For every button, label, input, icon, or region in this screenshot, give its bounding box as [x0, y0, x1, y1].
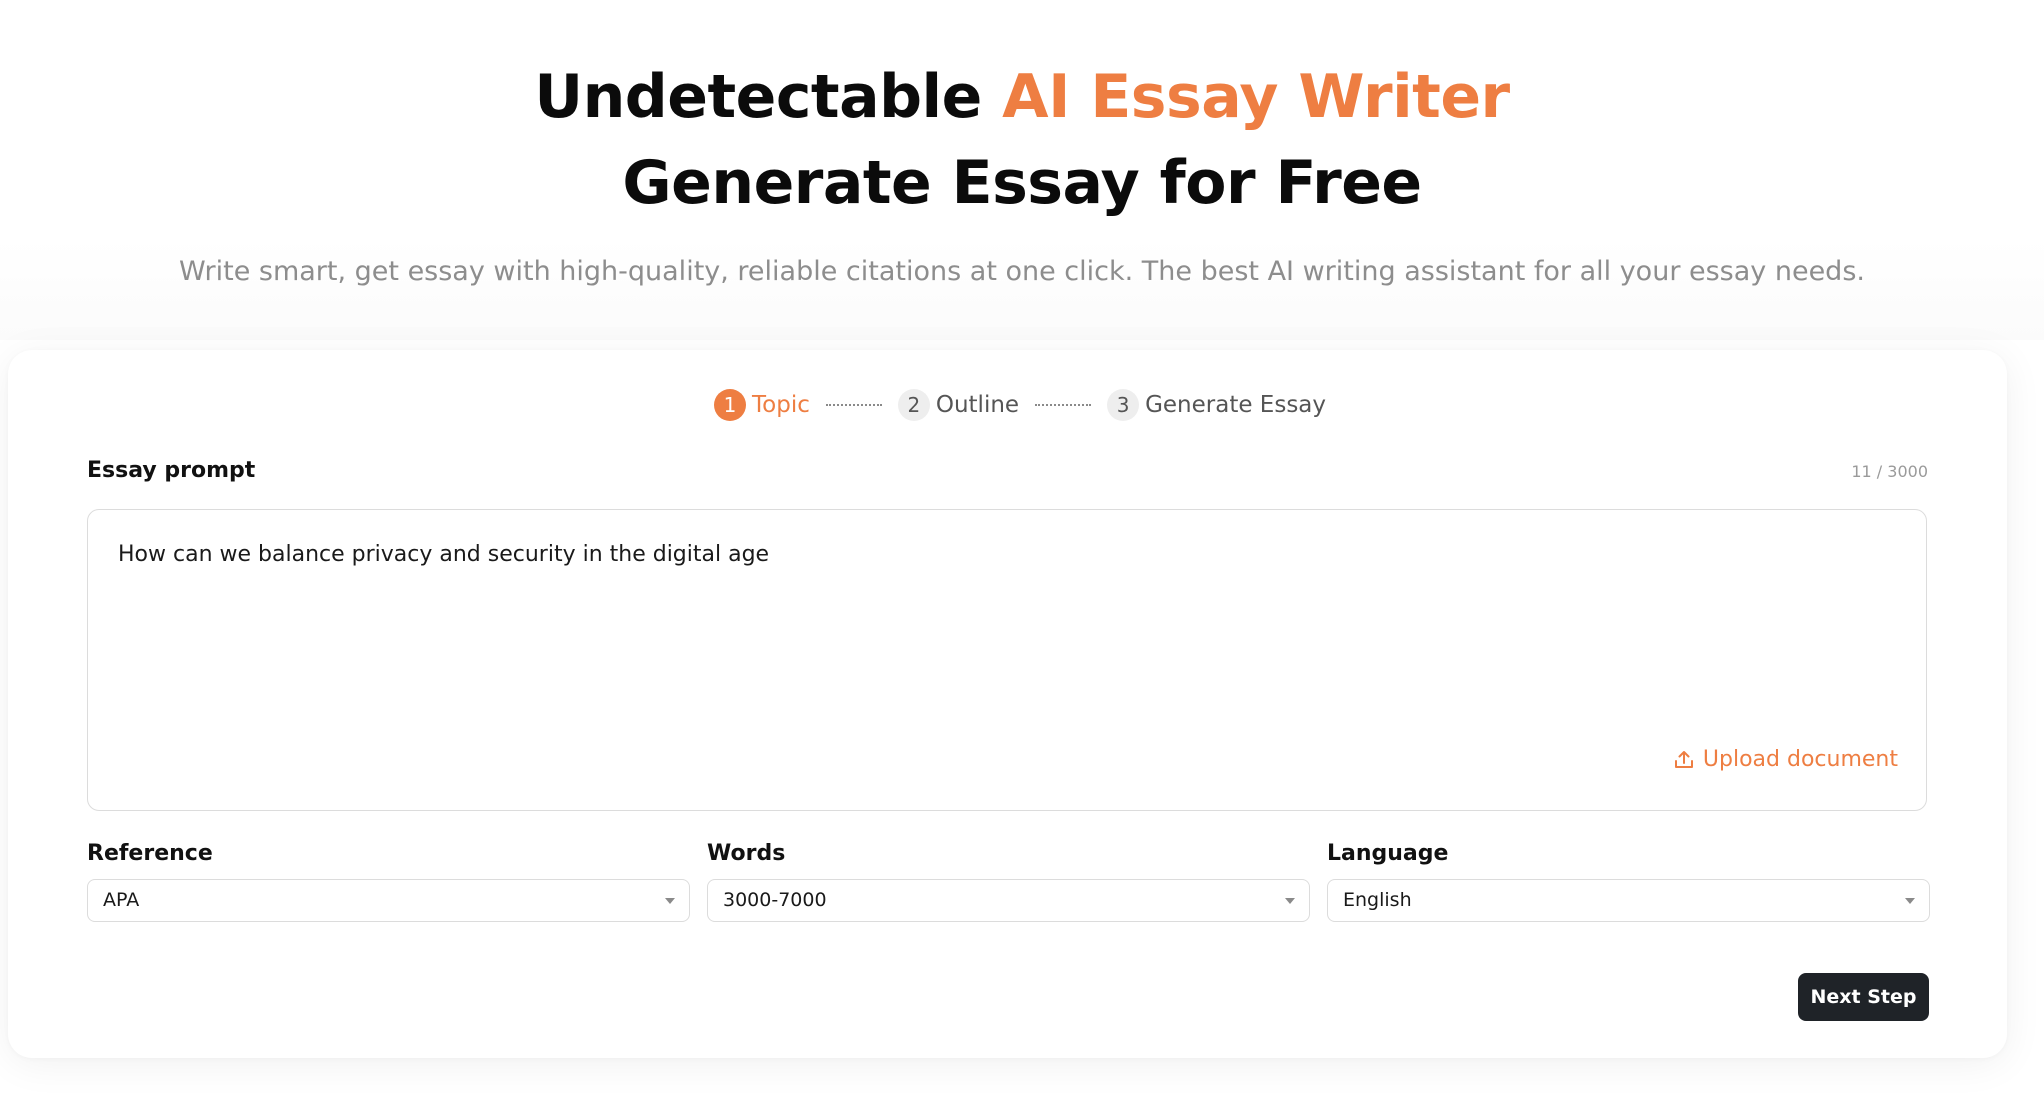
page-title-line-2: Generate Essay for Free: [622, 148, 1422, 218]
language-select-value: English: [1343, 889, 1412, 911]
page-title-line-1: Undetectable AI Essay Writer: [0, 62, 2044, 132]
essay-prompt-input[interactable]: How can we balance privacy and security …: [87, 509, 1927, 811]
character-counter: 11 / 3000: [1851, 462, 1928, 481]
step-separator: [1035, 404, 1092, 406]
upload-document-button[interactable]: Upload document: [1673, 747, 1898, 772]
hero-section: Undetectable AI Essay Writer Generate Es…: [0, 0, 2044, 340]
step-outline-label: Outline: [935, 392, 1020, 418]
step-outline-number: 2: [897, 389, 930, 421]
reference-select-value: APA: [103, 889, 140, 911]
language-select[interactable]: English: [1327, 879, 1930, 922]
step-generate-number: 3: [1107, 389, 1140, 421]
words-select-value: 3000-7000: [723, 889, 827, 911]
reference-label: Reference: [87, 841, 213, 866]
upload-icon: [1674, 750, 1693, 768]
language-label: Language: [1327, 841, 1449, 866]
step-generate-label: Generate Essay: [1145, 392, 1327, 418]
title-accent-text: AI Essay Writer: [1002, 62, 1510, 132]
words-select[interactable]: 3000-7000: [707, 879, 1310, 922]
step-progress: 1 Topic 2 Outline 3 Generate Essay: [714, 388, 1326, 422]
step-topic-number: 1: [714, 389, 746, 421]
caret-down-icon: [665, 898, 675, 904]
step-outline[interactable]: 2 Outline: [897, 389, 1020, 421]
essay-prompt-label: Essay prompt: [87, 458, 256, 483]
upload-document-label: Upload document: [1702, 747, 1898, 772]
words-label: Words: [707, 841, 786, 866]
step-topic[interactable]: 1 Topic: [714, 389, 810, 421]
step-generate-essay[interactable]: 3 Generate Essay: [1107, 389, 1326, 421]
essay-prompt-text: How can we balance privacy and security …: [118, 542, 770, 567]
caret-down-icon: [1905, 898, 1915, 904]
title-accent: AI Essay Writer: [1002, 62, 1510, 132]
reference-select[interactable]: APA: [87, 879, 690, 922]
step-topic-label: Topic: [752, 392, 810, 418]
page-subtitle: Write smart, get essay with high-quality…: [179, 256, 1865, 287]
step-separator: [825, 404, 882, 406]
caret-down-icon: [1285, 898, 1295, 904]
title-prefix: Undetectable: [534, 62, 1003, 132]
next-step-button[interactable]: Next Step: [1798, 973, 1929, 1021]
